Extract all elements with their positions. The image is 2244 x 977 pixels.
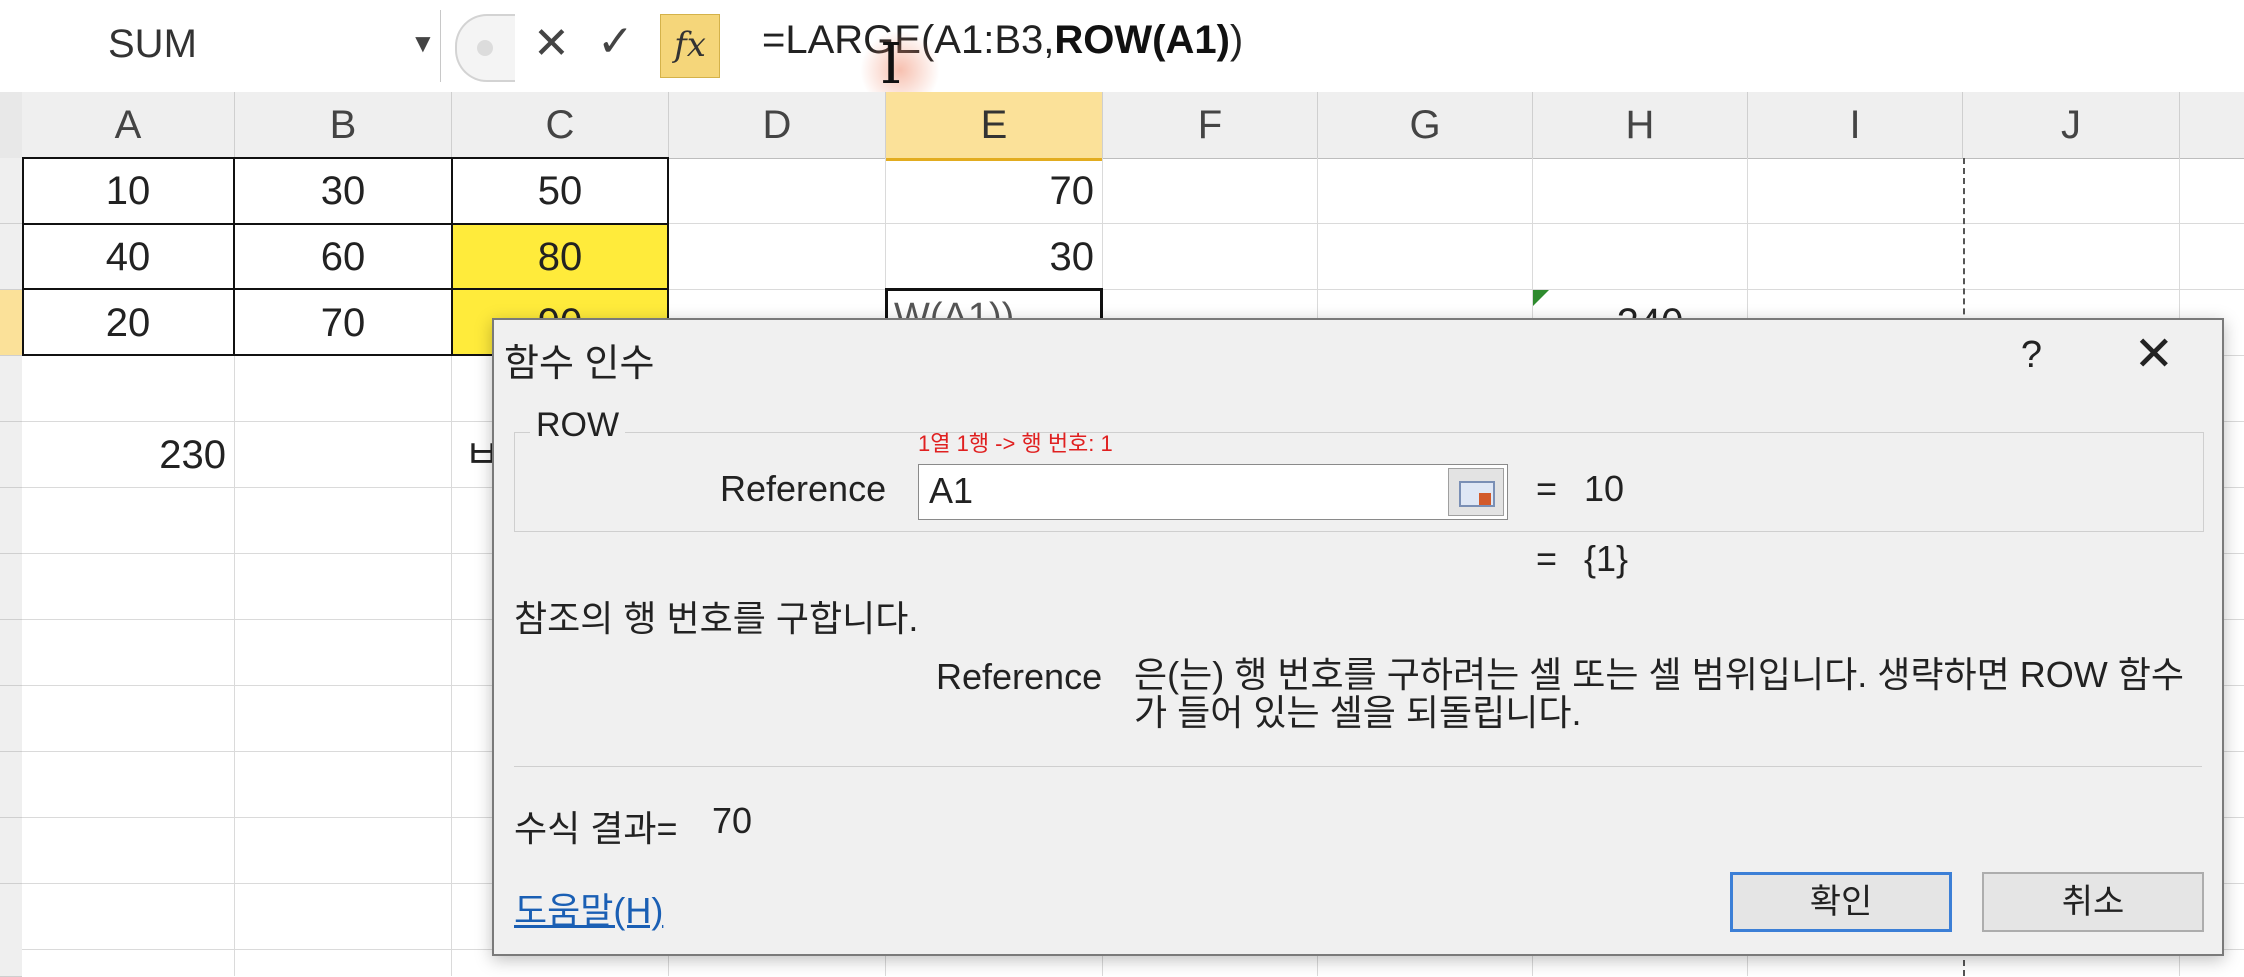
row-header-10[interactable] <box>0 752 22 818</box>
function-name: ROW <box>530 406 626 445</box>
formula-bar: SUM ▼ ✕ ✓ fx =LARGE(A1:B3,ROW(A1)) I <box>0 0 2244 110</box>
row-header-11[interactable] <box>0 818 22 884</box>
row-header-6[interactable] <box>0 488 22 554</box>
row-header-8[interactable] <box>0 620 22 686</box>
argument-help-text: 은(는) 행 번호를 구하려는 셀 또는 셀 범위입니다. 생략하면 ROW 함… <box>1134 654 2184 733</box>
name-box-dropdown-icon[interactable]: ▼ <box>410 28 436 59</box>
reference-input[interactable]: A1 <box>918 464 1508 520</box>
help-icon[interactable]: ? <box>2021 334 2042 377</box>
col-header-g[interactable]: G <box>1318 92 1533 159</box>
formula-active-arg: ROW(A1) <box>1054 18 1230 62</box>
cell-a5[interactable]: 230 <box>22 422 234 488</box>
cell-e2[interactable]: 30 <box>886 224 1102 290</box>
formula-result-value: 70 <box>712 800 753 841</box>
collapse-dialog-icon[interactable] <box>1448 468 1504 516</box>
formula-input[interactable]: =LARGE(A1:B3,ROW(A1)) <box>762 18 1243 63</box>
col-header-j[interactable]: J <box>1963 92 2180 159</box>
row-header-7[interactable] <box>0 554 22 620</box>
row-header-4[interactable] <box>0 356 22 422</box>
row-header-5[interactable] <box>0 422 22 488</box>
close-icon[interactable]: ✕ <box>2134 326 2174 382</box>
col-header-next[interactable] <box>2180 92 2244 159</box>
row-header-1[interactable] <box>0 158 22 224</box>
col-header-f[interactable]: F <box>1103 92 1318 159</box>
equals-sign: = <box>1536 468 1558 509</box>
cancel-entry-icon[interactable]: ✕ <box>533 18 570 69</box>
name-box-value: SUM <box>108 22 197 66</box>
reference-value: 10 <box>1584 468 1625 509</box>
row-header-12[interactable] <box>0 884 22 977</box>
cell-e1[interactable]: 70 <box>886 158 1102 224</box>
dialog-title: 함수 인수 <box>504 343 655 385</box>
function-description: 참조의 행 번호를 구합니다. <box>514 598 919 639</box>
select-all-corner[interactable] <box>0 92 23 159</box>
col-header-d[interactable]: D <box>669 92 886 159</box>
divider <box>514 766 2202 767</box>
insert-function-icon[interactable]: fx <box>660 14 720 78</box>
formula-buttons: ✕ ✓ fx <box>455 10 725 82</box>
col-header-c[interactable]: C <box>452 92 669 159</box>
annotation-text: 1열 1행 -> 행 번호: 1 <box>918 431 1113 456</box>
name-box[interactable]: SUM ▼ <box>0 10 441 82</box>
equals-sign: = <box>1536 538 1558 579</box>
row-header-9[interactable] <box>0 686 22 752</box>
ok-button[interactable]: 확인 <box>1730 872 1952 932</box>
row-header-3[interactable] <box>0 290 22 356</box>
col-header-i[interactable]: I <box>1748 92 1963 159</box>
col-header-a[interactable]: A <box>22 92 235 159</box>
col-header-b[interactable]: B <box>235 92 452 159</box>
col-header-h[interactable]: H <box>1533 92 1748 159</box>
function-arguments-dialog: 함수 인수 ? ✕ ROW 1열 1행 -> 행 번호: 1 Reference… <box>492 318 2224 956</box>
col-header-e[interactable]: E <box>886 92 1103 161</box>
formula-bar-handle[interactable] <box>455 14 515 82</box>
text-cursor-icon: I <box>880 32 903 97</box>
formula-end: ) <box>1229 18 1244 62</box>
argument-help-name: Reference <box>936 656 1103 697</box>
enter-icon[interactable]: ✓ <box>597 16 634 67</box>
reference-label: Reference <box>720 468 887 509</box>
help-link[interactable]: 도움말(H) <box>514 882 663 934</box>
function-result: {1} <box>1584 538 1629 579</box>
row-header-2[interactable] <box>0 224 22 290</box>
cancel-button[interactable]: 취소 <box>1982 872 2204 932</box>
error-indicator-icon <box>1533 290 1549 306</box>
formula-result-label: 수식 결과= <box>514 808 678 849</box>
table-border <box>22 223 669 290</box>
